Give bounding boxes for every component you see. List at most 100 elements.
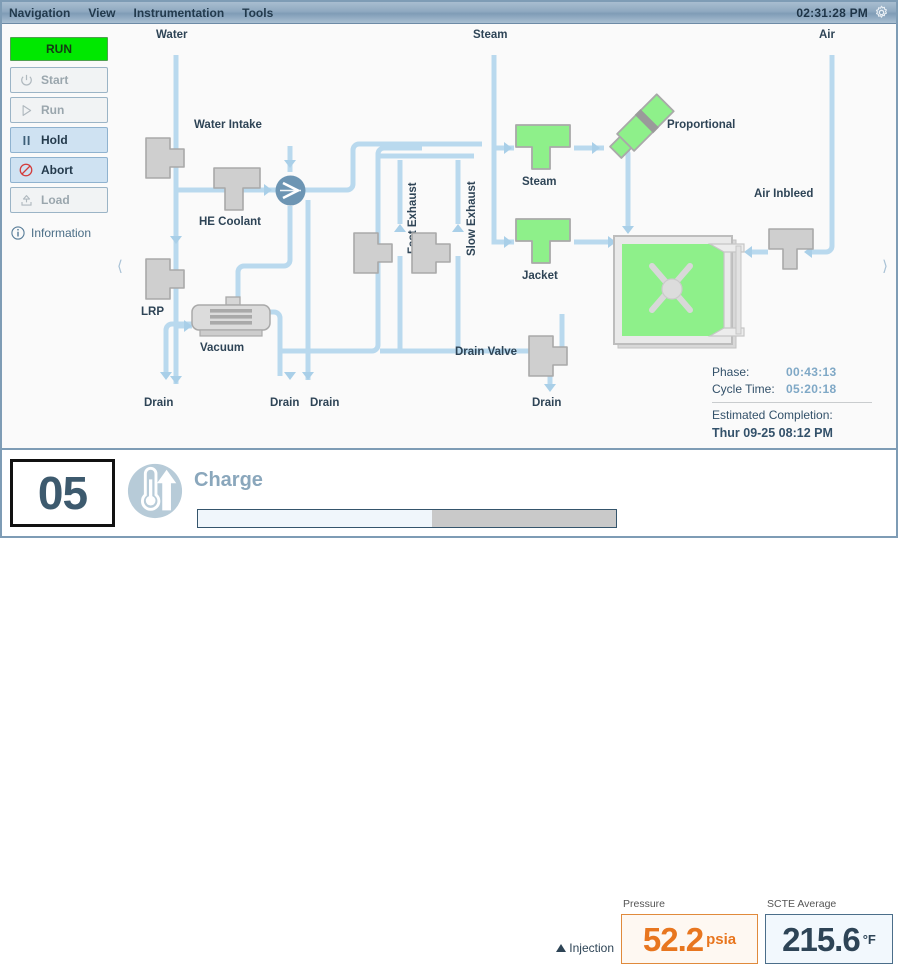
menu-item-navigation[interactable]: Navigation [2,2,79,24]
valve-fast-exhaust[interactable] [352,231,398,275]
load-button[interactable]: Load [10,187,108,213]
drain-label: Drain [144,397,174,409]
valve-label-water-intake: Water Intake [194,119,262,131]
thermometer-arrow-icon [127,463,183,519]
status-bar: 05 Charge Injection Pressure 52.2 psia S… [2,448,896,964]
flow-arrow [284,372,296,380]
phase-name: Charge [194,469,263,491]
valve-label-drain-valve: Drain Valve [455,346,518,358]
gauge-scte-box: 215.6 °F [765,914,893,964]
sterilizer-chamber[interactable] [612,234,752,354]
abort-button[interactable]: Abort [10,157,108,183]
valve-lrp[interactable] [144,257,190,301]
flow-arrow [622,226,634,234]
flow-arrow [302,372,314,380]
source-label-air: Air [819,29,835,41]
valve-steam[interactable] [514,123,572,171]
gauge-scte-unit: °F [862,931,876,947]
menu-item-instrumentation[interactable]: Instrumentation [124,2,233,24]
valve-he-coolant[interactable] [212,166,262,212]
valve-jacket[interactable] [514,217,572,265]
start-button[interactable]: Start [10,67,108,93]
play-icon [11,103,41,118]
flow-arrow [504,142,512,154]
drain-label: Drain [310,397,340,409]
injection-label: Injection [569,941,614,955]
gauge-pressure-value: 52.2 [642,920,704,958]
flow-arrow [504,236,512,248]
state-banner: RUN [10,37,108,61]
main-content: RUN Start Run Hold Abort Load Informatio… [2,24,896,448]
information-label: Information [31,226,92,240]
gauge-pressure-title: Pressure [623,898,666,910]
abort-button-label: Abort [41,163,73,177]
phase-time-key: Phase: [712,365,750,379]
valve-drain[interactable] [527,334,573,378]
mixer-junction-icon [275,175,306,206]
source-label-water: Water [156,29,188,41]
valve-label-proportional: Proportional [667,119,736,131]
valve-label-slow-exhaust: Slow Exhaust [466,181,478,256]
run-button[interactable]: Run [10,97,108,123]
injection-indicator: Injection [556,941,614,955]
power-icon [11,73,41,88]
gauge-scte-value: 215.6 [782,920,861,958]
progress-bar [197,509,617,528]
clock-display: 02:31:28 PM [796,5,868,20]
triangle-up-icon [556,944,567,952]
valve-label-he-coolant: HE Coolant [199,216,261,228]
flow-arrow [170,236,182,244]
process-schematic: Water Steam Air Water Intake HE Coolant [122,24,896,448]
readout-divider [712,402,872,403]
valve-air-inbleed[interactable] [767,227,815,271]
flow-arrow [264,184,272,196]
application-window: Navigation View Instrumentation Tools 02… [0,0,898,964]
progress-bar-fill [198,510,433,527]
cycle-time-key: Cycle Time: [712,382,775,396]
source-label-steam: Steam [473,29,508,41]
valve-label-steam: Steam [522,176,557,188]
run-button-label: Run [41,103,65,117]
gauge-pressure-box: 52.2 psia [621,914,758,964]
menu-item-view[interactable]: View [79,2,124,24]
command-rail: RUN Start Run Hold Abort Load Informatio… [10,37,115,241]
cycle-time-row: Cycle Time: 05:20:18 [712,381,887,398]
info-icon [11,226,25,240]
flow-arrow [544,384,556,392]
gauge-pressure: Pressure 52.2 psia [621,898,758,964]
menu-bar: Navigation View Instrumentation Tools 02… [2,2,896,24]
valve-slow-exhaust[interactable] [410,231,456,275]
information-button[interactable]: Information [10,225,135,241]
hold-button-label: Hold [41,133,68,147]
flow-arrow [284,160,296,168]
valve-label-lrp: LRP [141,306,164,318]
drain-label: Drain [532,397,562,409]
cycle-time-value: 05:20:18 [786,382,837,396]
gauge-scte-title: SCTE Average [767,898,837,910]
flow-arrow [592,142,600,154]
gear-icon[interactable] [874,5,889,20]
no-entry-icon [11,162,41,178]
pause-icon [11,133,41,148]
menu-bar-right: 02:31:28 PM [796,5,896,20]
hold-button[interactable]: Hold [10,127,108,153]
menu-item-tools[interactable]: Tools [233,2,282,24]
upload-icon [11,193,41,208]
gauge-pressure-unit: psia [706,930,737,948]
valve-water-intake[interactable] [144,136,190,180]
phase-time-value: 00:43:13 [786,365,837,379]
flow-arrow [160,372,172,380]
phase-time-row: Phase: 00:43:13 [712,364,887,381]
pump-label-vacuum: Vacuum [200,342,245,354]
valve-label-jacket: Jacket [522,270,558,282]
estimated-completion-value: Thur 09-25 08:12 PM [712,426,833,440]
timing-readout-panel: Phase: 00:43:13 Cycle Time: 05:20:18 Est… [712,364,887,443]
pump-vacuum[interactable] [190,296,272,340]
drain-label: Drain [270,397,300,409]
start-button-label: Start [41,73,69,87]
phase-number-box: 05 [10,459,115,527]
load-button-label: Load [41,193,70,207]
valve-label-air-inbleed: Air Inbleed [754,188,814,200]
phase-number: 05 [37,467,88,519]
estimated-completion-label: Estimated Completion: [712,408,833,422]
